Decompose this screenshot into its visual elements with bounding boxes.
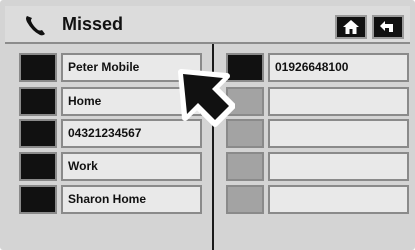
- number-select-button[interactable]: [226, 152, 264, 181]
- missed-call-item[interactable]: Work: [61, 152, 202, 181]
- home-icon: [343, 20, 359, 34]
- contact-select-button[interactable]: [19, 87, 57, 116]
- missed-call-number[interactable]: 01926648100: [268, 53, 409, 82]
- contact-select-button[interactable]: [19, 152, 57, 181]
- title-bar: Missed: [5, 6, 410, 44]
- page-title: Missed: [62, 14, 124, 34]
- home-button[interactable]: [335, 15, 367, 39]
- contact-select-button[interactable]: [19, 119, 57, 148]
- phone-screen: Missed Peter Mobile Home 04321234567 Wor…: [0, 0, 415, 250]
- missed-call-number[interactable]: [268, 152, 409, 181]
- missed-call-number[interactable]: [268, 185, 409, 214]
- phone-handset-icon: [26, 16, 45, 36]
- number-select-button[interactable]: [226, 185, 264, 214]
- contact-select-button[interactable]: [19, 185, 57, 214]
- back-button[interactable]: [372, 15, 404, 39]
- back-arrow-icon: [380, 21, 393, 32]
- contact-select-button[interactable]: [19, 53, 57, 82]
- missed-call-item[interactable]: Sharon Home: [61, 185, 202, 214]
- pointer-arrow-icon: [178, 69, 235, 127]
- missed-call-number[interactable]: [268, 87, 409, 116]
- missed-call-number[interactable]: [268, 119, 409, 148]
